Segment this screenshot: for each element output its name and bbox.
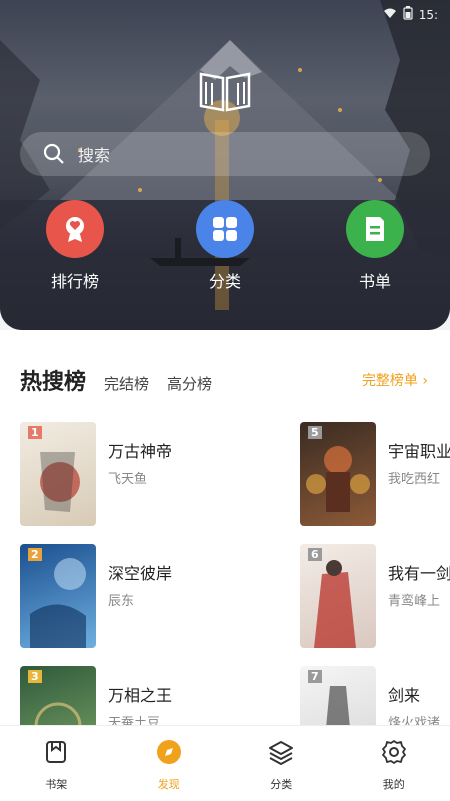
book-item[interactable]: 1 万古神帝 飞天鱼: [20, 422, 280, 526]
book-title: 深空彼岸: [108, 560, 172, 584]
clock: 15:: [419, 8, 438, 22]
search-icon: [42, 142, 66, 166]
book-item[interactable]: 3 万相之王 天蚕土豆: [20, 666, 280, 725]
settings-icon: [380, 738, 408, 766]
book-title: 宇宙职业: [388, 438, 450, 462]
search-bar[interactable]: 搜索: [20, 132, 430, 176]
nav-profile[interactable]: 我的: [338, 726, 450, 801]
category-button[interactable]: 分类: [185, 200, 265, 292]
book-cover: 3: [20, 666, 96, 725]
ranking-section: 热搜榜 完结榜 高分榜 完整榜单 › 1 万古神帝 飞天鱼 2 深空彼岸 辰东: [0, 330, 450, 725]
booklist-button[interactable]: 书单: [335, 200, 415, 292]
book-cover: 6: [300, 544, 376, 648]
nav-profile-label: 我的: [338, 776, 450, 792]
booklist-icon: [346, 200, 404, 258]
book-author: 青鸾峰上: [388, 590, 440, 609]
wifi-icon: [383, 7, 397, 22]
book-title: 我有一剑: [388, 560, 450, 584]
ranking-icon: [46, 200, 104, 258]
book-title: 剑来: [388, 682, 420, 706]
nav-bookshelf-label: 书架: [0, 776, 113, 792]
rank-badge: 5: [308, 426, 322, 439]
bookshelf-icon: [42, 738, 70, 766]
nav-category-label: 分类: [225, 776, 338, 792]
book-item[interactable]: 7 剑来 烽火戏诸: [300, 666, 450, 725]
ranking-tabs: 热搜榜 完结榜 高分榜: [20, 364, 212, 396]
book-cover: 1: [20, 422, 96, 526]
layers-icon: [267, 738, 295, 766]
category-label: 分类: [185, 268, 265, 292]
search-label: 搜索: [78, 142, 110, 166]
rank-badge: 7: [308, 670, 322, 683]
booklist-label: 书单: [335, 268, 415, 292]
book-author: 飞天鱼: [108, 468, 147, 487]
nav-bookshelf[interactable]: 书架: [0, 726, 113, 801]
book-cover: 2: [20, 544, 96, 648]
nav-discover[interactable]: 发现: [113, 726, 226, 801]
book-author: 天蚕土豆: [108, 712, 160, 725]
ranking-label: 排行榜: [35, 268, 115, 292]
tab-hot-search[interactable]: 热搜榜: [20, 364, 86, 396]
hero-banner: 15: 搜索 排行榜: [0, 0, 450, 330]
rank-badge: 2: [28, 548, 42, 561]
bottom-navigation: 书架 发现 分类 我的: [0, 725, 450, 801]
rank-badge: 3: [28, 670, 42, 683]
book-author: 我吃西红: [388, 468, 440, 487]
ranking-button[interactable]: 排行榜: [35, 200, 115, 292]
book-item[interactable]: 2 深空彼岸 辰东: [20, 544, 280, 648]
book-cover: 7: [300, 666, 376, 725]
discover-icon: [155, 738, 183, 766]
rank-badge: 1: [28, 426, 42, 439]
book-logo-icon: [195, 68, 255, 114]
book-item[interactable]: 6 我有一剑 青鸾峰上: [300, 544, 450, 648]
category-icon: [196, 200, 254, 258]
nav-discover-label: 发现: [113, 776, 226, 792]
book-author: 辰东: [108, 590, 134, 609]
nav-category[interactable]: 分类: [225, 726, 338, 801]
rank-badge: 6: [308, 548, 322, 561]
book-title: 万古神帝: [108, 438, 172, 462]
tab-completed[interactable]: 完结榜: [104, 373, 149, 394]
full-list-link[interactable]: 完整榜单 ›: [362, 370, 428, 390]
tab-high-score[interactable]: 高分榜: [167, 373, 212, 394]
book-title: 万相之王: [108, 682, 172, 706]
book-author: 烽火戏诸: [388, 712, 440, 725]
book-item[interactable]: 5 宇宙职业 我吃西红: [300, 422, 450, 526]
book-cover: 5: [300, 422, 376, 526]
battery-icon: [403, 6, 413, 23]
status-bar: 15:: [383, 6, 438, 23]
